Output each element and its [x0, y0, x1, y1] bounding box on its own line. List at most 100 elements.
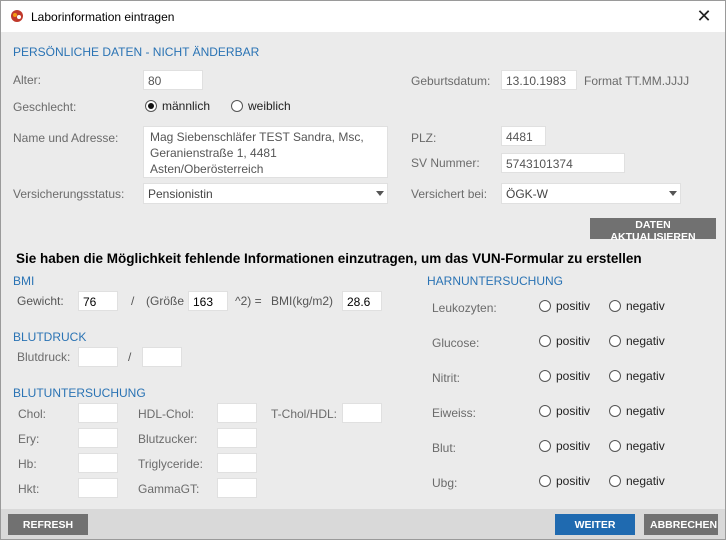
- weight-label: Gewicht:: [17, 294, 64, 308]
- height-label: (Größe: [146, 294, 185, 308]
- urine-positive-radio[interactable]: [539, 300, 551, 312]
- urine-row-label: Eiweiss:: [432, 406, 477, 420]
- ery-input[interactable]: [78, 428, 118, 448]
- insurance-status-label: Versicherungsstatus:: [13, 187, 125, 201]
- triglyceride-input[interactable]: [217, 453, 257, 473]
- urine-positive-label: positiv: [556, 404, 591, 418]
- insurance-status-value: Pensionistin: [148, 187, 213, 201]
- urine-positive-option[interactable]: positiv: [539, 474, 590, 488]
- urine-negative-option[interactable]: negativ: [609, 439, 665, 453]
- birthdate-format-hint: Format TT.MM.JJJJ: [584, 74, 690, 88]
- tchol-hdl-label: T-Chol/HDL:: [271, 407, 338, 421]
- update-data-button[interactable]: DATEN AKTUALISIEREN: [590, 218, 716, 243]
- blood-sugar-input[interactable]: [217, 428, 257, 448]
- gender-male-label: männlich: [162, 99, 211, 113]
- urine-positive-option[interactable]: positiv: [539, 404, 590, 418]
- urine-negative-radio[interactable]: [609, 300, 621, 312]
- urine-negative-label: negativ: [626, 369, 665, 383]
- urine-positive-label: positiv: [556, 474, 591, 488]
- urine-negative-label: negativ: [626, 334, 665, 348]
- urine-section-title: HARNUNTERSUCHUNG: [427, 274, 564, 288]
- cancel-button[interactable]: ABBRECHEN: [644, 514, 718, 535]
- urine-negative-radio[interactable]: [609, 440, 621, 452]
- urine-positive-radio[interactable]: [539, 335, 551, 347]
- insured-at-select[interactable]: ÖGK-W: [501, 183, 681, 204]
- weight-input[interactable]: 76: [78, 291, 118, 311]
- urine-negative-option[interactable]: negativ: [609, 369, 665, 383]
- chol-label: Chol:: [18, 407, 47, 421]
- urine-positive-radio[interactable]: [539, 370, 551, 382]
- hb-input[interactable]: [78, 453, 118, 473]
- urine-negative-radio[interactable]: [609, 475, 621, 487]
- insured-at-value: ÖGK-W: [506, 187, 548, 201]
- gender-male-radio[interactable]: [145, 100, 157, 112]
- urine-negative-option[interactable]: negativ: [609, 404, 665, 418]
- plz-label: PLZ:: [411, 131, 437, 145]
- birthdate-field: 13.10.1983: [501, 70, 577, 90]
- ery-label: Ery:: [18, 432, 40, 446]
- blood-pressure-diastolic-input[interactable]: [142, 347, 182, 367]
- urine-negative-radio[interactable]: [609, 370, 621, 382]
- urine-row-label: Glucose:: [432, 336, 480, 350]
- personal-section-title: PERSÖNLICHE DATEN - NICHT ÄNDERBAR: [13, 45, 260, 59]
- gamma-gt-input[interactable]: [217, 478, 257, 498]
- height-input[interactable]: 163: [188, 291, 228, 311]
- urine-positive-option[interactable]: positiv: [539, 334, 590, 348]
- urine-negative-label: negativ: [626, 439, 665, 453]
- blood-sugar-label: Blutzucker:: [138, 432, 198, 446]
- hb-label: Hb:: [18, 457, 37, 471]
- age-label: Alter:: [13, 73, 42, 87]
- gender-male-option[interactable]: männlich: [145, 99, 210, 113]
- next-button[interactable]: WEITER: [555, 514, 635, 535]
- name-address-field: Mag Siebenschläfer TEST Sandra, Msc, Ger…: [143, 126, 388, 178]
- chevron-down-icon: [376, 191, 384, 196]
- urine-positive-option[interactable]: positiv: [539, 299, 590, 313]
- age-field: 80: [143, 70, 203, 90]
- urine-row-label: Blut:: [432, 441, 457, 455]
- refresh-button[interactable]: REFRESH: [8, 514, 88, 535]
- urine-row-label: Ubg:: [432, 476, 458, 490]
- blood-pressure-systolic-input[interactable]: [78, 347, 118, 367]
- urine-negative-label: negativ: [626, 404, 665, 418]
- bmi-section-title: BMI: [13, 274, 35, 288]
- urine-negative-option[interactable]: negativ: [609, 299, 665, 313]
- bmi-slash: /: [131, 294, 135, 308]
- tchol-hdl-input[interactable]: [342, 403, 382, 423]
- urine-positive-radio[interactable]: [539, 475, 551, 487]
- urine-row-label: Leukozyten:: [432, 301, 497, 315]
- urine-row-label: Nitrit:: [432, 371, 460, 385]
- dialog-window: Laborinformation eintragen ✕ PERSÖNLICHE…: [0, 0, 726, 540]
- chol-input[interactable]: [78, 403, 118, 423]
- blood-pressure-section-title: BLUTDRUCK: [13, 330, 87, 344]
- form-panel: PERSÖNLICHE DATEN - NICHT ÄNDERBAR Alter…: [1, 32, 725, 509]
- title-bar: Laborinformation eintragen ✕: [1, 1, 725, 32]
- urine-negative-option[interactable]: negativ: [609, 334, 665, 348]
- urine-negative-label: negativ: [626, 299, 665, 313]
- urine-negative-option[interactable]: negativ: [609, 474, 665, 488]
- insured-at-label: Versichert bei:: [411, 187, 488, 201]
- gender-female-option[interactable]: weiblich: [231, 99, 291, 113]
- squared-label: ^2) =: [235, 294, 262, 308]
- hkt-input[interactable]: [78, 478, 118, 498]
- birthdate-label: Geburtsdatum:: [411, 74, 491, 88]
- urine-positive-radio[interactable]: [539, 440, 551, 452]
- hdl-chol-input[interactable]: [217, 403, 257, 423]
- hkt-label: Hkt:: [18, 482, 40, 496]
- urine-positive-label: positiv: [556, 369, 591, 383]
- urine-positive-option[interactable]: positiv: [539, 369, 590, 383]
- urine-negative-radio[interactable]: [609, 405, 621, 417]
- close-button[interactable]: ✕: [693, 5, 715, 27]
- urine-positive-radio[interactable]: [539, 405, 551, 417]
- insurance-status-select[interactable]: Pensionistin: [143, 183, 388, 204]
- urine-positive-label: positiv: [556, 334, 591, 348]
- urine-positive-option[interactable]: positiv: [539, 439, 590, 453]
- blood-test-section-title: BLUTUNTERSUCHUNG: [13, 386, 146, 400]
- sv-number-label: SV Nummer:: [411, 156, 480, 170]
- gamma-gt-label: GammaGT:: [138, 482, 200, 496]
- sv-number-field: 5743101374: [501, 153, 625, 173]
- urine-negative-radio[interactable]: [609, 335, 621, 347]
- gender-female-radio[interactable]: [231, 100, 243, 112]
- plz-field: 4481: [501, 126, 546, 146]
- app-logo-icon: [11, 10, 23, 22]
- bmi-value-field: 28.6: [342, 291, 382, 311]
